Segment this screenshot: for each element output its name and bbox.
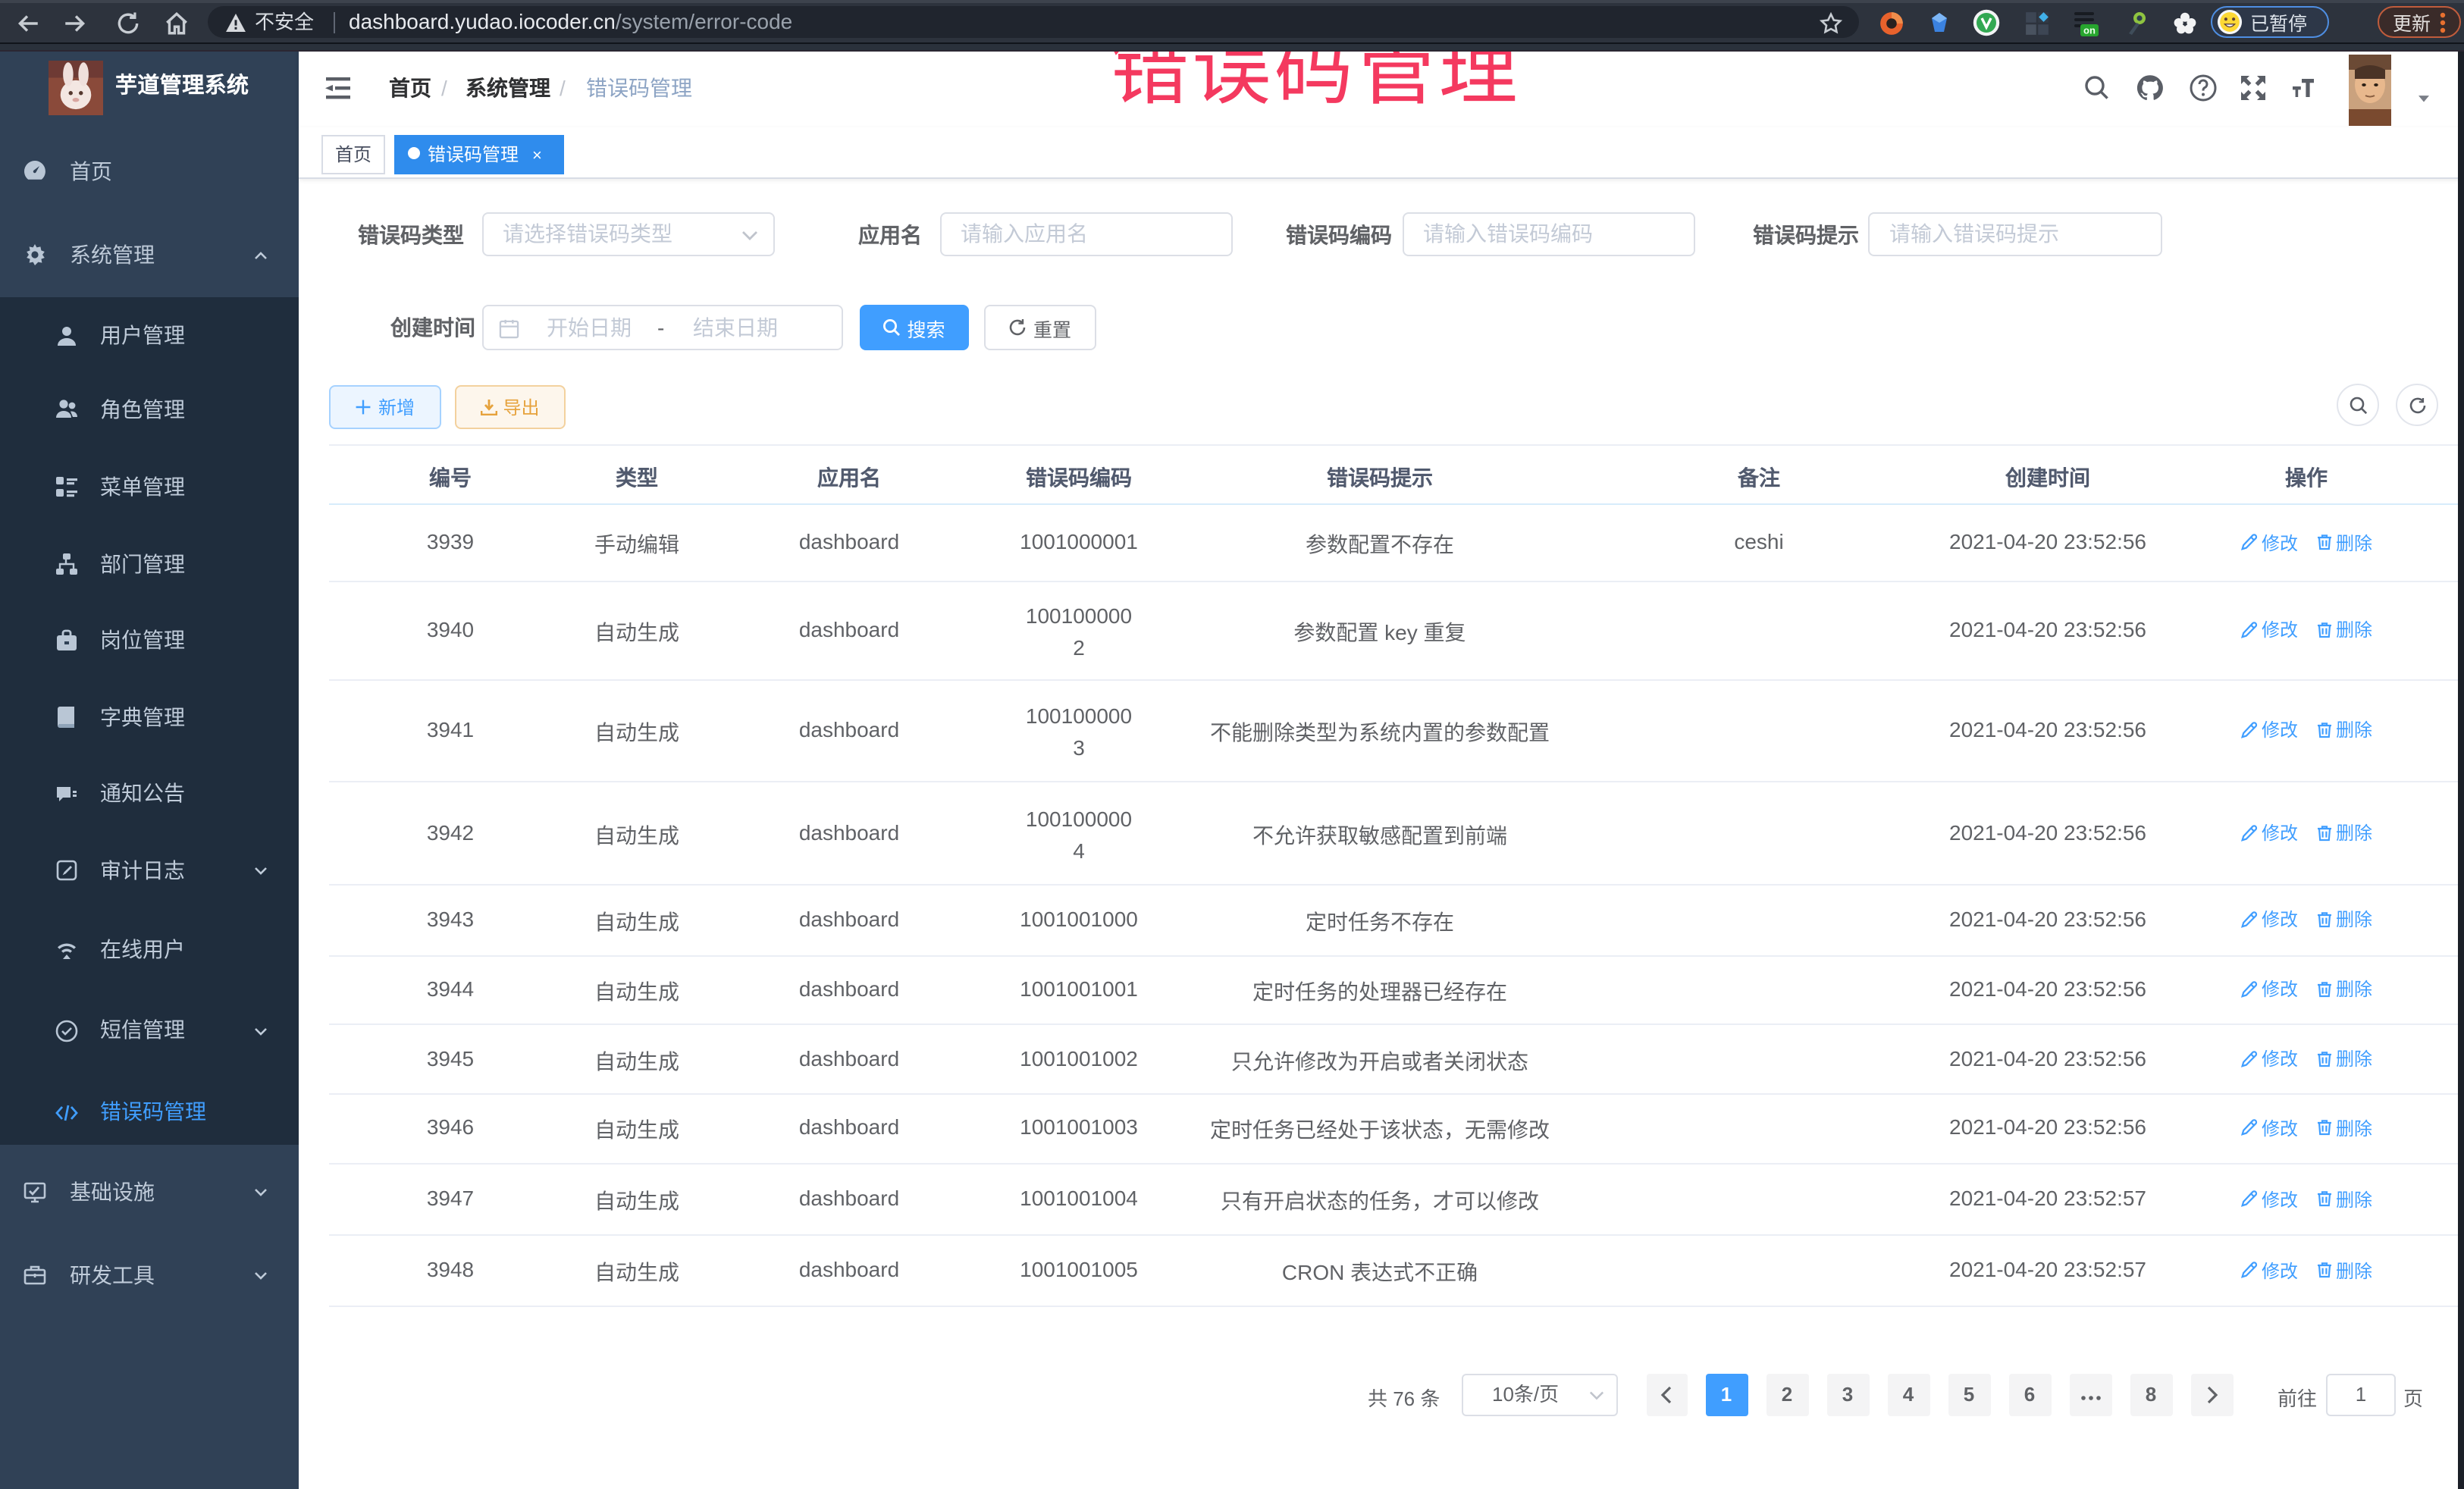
svg-text:on: on [2083,25,2096,36]
